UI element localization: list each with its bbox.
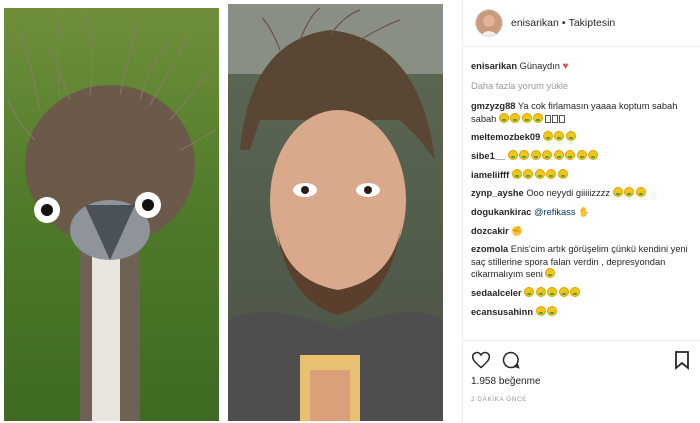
caption: enisarikan Günaydın ♥ <box>471 60 694 73</box>
comment-item: iameliifff <box>471 168 694 181</box>
comment-item: dogukankirac @refikass ✋ <box>471 206 694 218</box>
post-photo[interactable] <box>0 0 462 423</box>
emoji-icon <box>624 187 635 198</box>
comment-username[interactable]: ecansusahinn <box>471 307 533 317</box>
emoji-icon <box>542 149 553 160</box>
comment-username[interactable]: gmzyzg88 <box>471 101 515 111</box>
emoji-icon <box>533 112 544 123</box>
emoji-icon <box>576 149 587 160</box>
comment-username[interactable]: dozcakir <box>471 226 509 236</box>
man-image <box>228 4 443 421</box>
emoji-icon <box>565 131 576 142</box>
emoji-icon <box>535 305 546 316</box>
emoji-icon <box>521 112 532 123</box>
load-more-comments-link[interactable]: Daha fazla yorum yükle <box>471 80 694 92</box>
emoji-icon <box>545 268 556 279</box>
missing-glyph-icon <box>551 114 558 123</box>
follow-status[interactable]: Takiptesin <box>569 17 616 29</box>
heart-emoji-icon: ♥ <box>562 61 569 72</box>
caption-username[interactable]: enisarikan <box>471 61 517 71</box>
comment-mention[interactable]: @refikass <box>534 207 575 217</box>
header-separator: • <box>561 17 566 29</box>
post-timestamp: 2 DAKİKA ÖNCE <box>471 396 527 403</box>
emoji-icon <box>547 286 558 297</box>
comment-item: meltemozbek09 <box>471 131 694 143</box>
emoji-icon <box>553 149 564 160</box>
emoji-icon <box>557 168 568 179</box>
comment-item: sedaalceler <box>471 286 694 299</box>
emoji-icon <box>510 112 521 123</box>
heart-outline-icon[interactable] <box>471 350 491 370</box>
comment-item: gmzyzg88 Ya cok firlamasın yaaaa koptum … <box>471 100 694 125</box>
post-footer-divider <box>463 340 700 341</box>
comment-username[interactable]: iameliifff <box>471 170 509 180</box>
post-header: enisarikan • Takiptesin <box>463 0 700 47</box>
avatar[interactable] <box>475 9 503 37</box>
emoji-icon <box>547 305 558 316</box>
emoji-icon <box>535 286 546 297</box>
comment-username[interactable]: meltemozbek09 <box>471 132 540 142</box>
comment-text: Ooo neyydi giiiiizzzz <box>526 188 611 199</box>
like-count-label: beğenme <box>498 376 541 387</box>
emoji-icon <box>558 286 569 297</box>
comment-bubble-icon[interactable] <box>501 350 521 370</box>
emoji-icon: ✋ <box>578 207 590 218</box>
emoji-icon <box>588 149 599 160</box>
emoji-icon: ✊ <box>511 225 523 236</box>
emoji-icon <box>519 149 530 160</box>
comment-username[interactable]: sedaalceler <box>471 288 522 298</box>
emoji-icon <box>546 168 557 179</box>
post-side-panel: enisarikan • Takiptesin enisarikan Günay… <box>462 0 700 423</box>
emoji-icon <box>523 168 534 179</box>
emoji-icon <box>498 112 509 123</box>
comment-item: ezomola Enis'cim artık görüşelim çünkü k… <box>471 243 694 280</box>
emoji-icon <box>635 187 646 198</box>
comment-username[interactable]: sibe1__ <box>471 151 505 161</box>
comment-item: zynp_ayshe Ooo neyydi giiiiizzzz <box>471 187 694 199</box>
action-bar <box>471 350 690 372</box>
missing-glyph-icon <box>558 114 565 123</box>
emoji-icon <box>530 149 541 160</box>
emoji-icon <box>565 149 576 160</box>
comment-username[interactable]: zynp_ayshe <box>471 188 524 198</box>
emoji-icon <box>542 131 553 142</box>
comment-list: enisarikan Günaydın ♥ Daha fazla yorum y… <box>471 60 694 324</box>
caption-text: Günaydın <box>519 61 560 71</box>
emoji-icon <box>554 131 565 142</box>
comment-username[interactable]: dogukankirac <box>471 207 531 217</box>
emoji-icon <box>612 187 623 198</box>
comment-item: dozcakir ✊ <box>471 225 694 237</box>
like-count-number: 1.958 <box>471 376 497 387</box>
emoji-icon <box>570 286 581 297</box>
missing-glyph-icon <box>544 114 551 123</box>
header-username[interactable]: enisarikan <box>511 17 559 29</box>
comment-username[interactable]: ezomola <box>471 244 508 254</box>
like-count[interactable]: 1.958 beğenme <box>471 376 541 387</box>
comment-item: sibe1__ <box>471 149 694 162</box>
bookmark-icon[interactable] <box>674 350 690 370</box>
bird-image <box>4 8 219 421</box>
emoji-icon <box>507 149 518 160</box>
emoji-icon <box>511 168 522 179</box>
emoji-icon <box>524 286 535 297</box>
comment-item: ecansusahinn <box>471 305 694 318</box>
photo-collage <box>4 4 443 421</box>
emoji-icon <box>534 168 545 179</box>
